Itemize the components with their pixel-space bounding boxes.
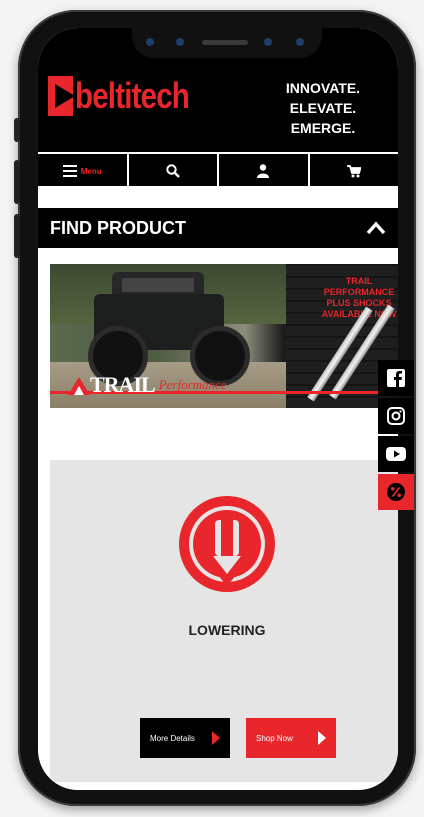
mountain-icon (68, 377, 90, 395)
trail-word: TRAIL (90, 372, 156, 397)
brand-logo[interactable]: beltitech (48, 76, 214, 116)
menu-label: Menu (80, 166, 102, 176)
sensor-dot (146, 38, 154, 46)
nav-bar: Menu (38, 152, 398, 188)
tagline-line: EMERGE. (290, 120, 356, 136)
more-details-button[interactable]: More Details (140, 718, 230, 758)
spacer (38, 186, 398, 202)
user-icon (257, 164, 270, 178)
trail-performance-logo: TRAIL Performance (68, 372, 227, 397)
trail-script: Performance (158, 377, 227, 392)
arrow-right-icon (212, 731, 220, 745)
youtube-icon (386, 447, 406, 461)
product-name: LOWERING (188, 622, 266, 638)
arrow-right-icon (318, 731, 326, 745)
phone-notch (132, 28, 322, 58)
find-product-bar[interactable]: FIND PRODUCT (38, 208, 398, 248)
promo-banner[interactable]: TRAIL PERFORMANCE PLUS SHOCKS AVAILABLE … (50, 264, 398, 408)
speaker (202, 40, 248, 45)
logo-text: beltitech (74, 75, 190, 116)
facebook-icon (387, 369, 405, 387)
cart-icon (346, 164, 361, 177)
tagline-line: INNOVATE. (285, 80, 361, 96)
side-button (14, 118, 20, 142)
account-button[interactable] (217, 154, 308, 188)
brand-tagline: INNOVATE. ELEVATE. EMERGE. (268, 78, 378, 138)
shop-now-label: Shop Now (256, 733, 293, 743)
more-details-label: More Details (150, 733, 195, 743)
menu-button[interactable]: Menu (38, 154, 127, 188)
volume-down-button (14, 214, 20, 258)
social-sidebar (378, 360, 414, 512)
percent-icon (387, 483, 405, 501)
menu-icon (62, 165, 77, 177)
sensor-dot (296, 38, 304, 46)
chevron-up-icon[interactable] (366, 221, 386, 235)
product-card: LOWERING More Details Shop Now (50, 460, 398, 782)
cart-button[interactable] (307, 154, 399, 188)
logo-mark-icon (48, 76, 75, 116)
volume-up-button (14, 160, 20, 204)
phone-screen: beltitech INNOVATE. ELEVATE. EMERGE. Men… (38, 28, 398, 790)
sensor-dot (176, 38, 184, 46)
instagram-link[interactable] (378, 398, 414, 434)
youtube-link[interactable] (378, 436, 414, 472)
search-button[interactable] (126, 154, 218, 188)
shop-now-button[interactable]: Shop Now (246, 718, 336, 758)
instagram-icon (387, 407, 405, 425)
lowering-badge-icon (179, 496, 275, 592)
search-icon (166, 164, 180, 178)
find-product-title: FIND PRODUCT (50, 217, 186, 238)
sensor-dot (264, 38, 272, 46)
offers-link[interactable] (378, 474, 414, 510)
tagline-line: ELEVATE. (289, 100, 357, 116)
jeep-window (122, 278, 194, 292)
facebook-link[interactable] (378, 360, 414, 396)
